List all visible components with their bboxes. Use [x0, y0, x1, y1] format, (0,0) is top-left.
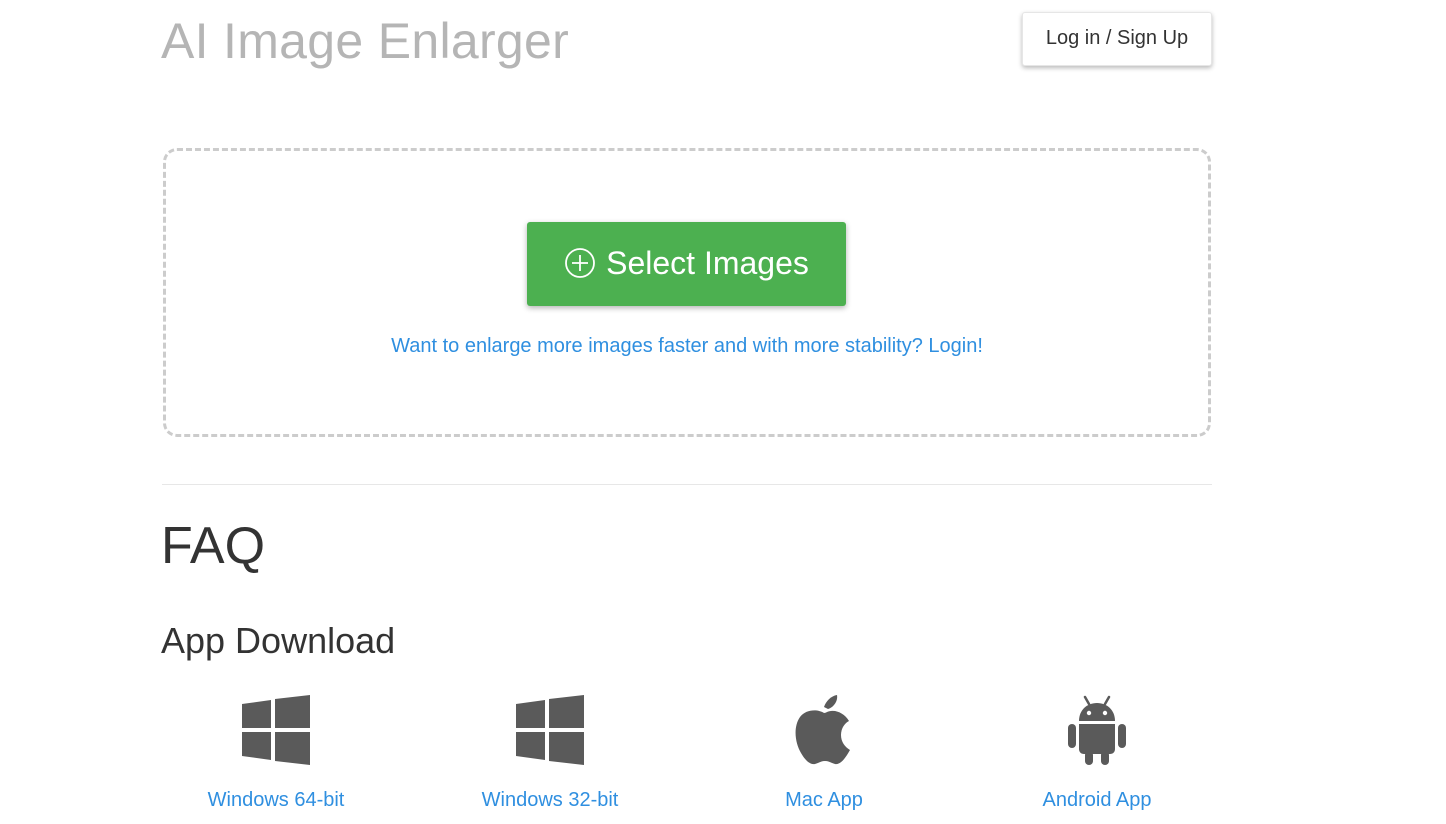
login-hint-link[interactable]: Want to enlarge more images faster and w…: [163, 333, 1211, 359]
login-signup-button[interactable]: Log in / Sign Up: [1022, 12, 1212, 66]
app-title: AI Image Enlarger: [161, 13, 570, 69]
section-divider: [162, 484, 1212, 485]
download-windows-64[interactable]: Windows 64-bit: [166, 690, 386, 820]
faq-title: FAQ: [161, 517, 266, 575]
download-label: Windows 32-bit: [481, 789, 619, 811]
select-images-button[interactable]: Select Images: [527, 222, 846, 306]
download-mac[interactable]: Mac App: [714, 690, 934, 820]
select-images-label: Select Images: [606, 245, 809, 281]
windows-icon: [242, 695, 310, 765]
download-label: Android App: [1042, 789, 1152, 811]
windows-icon: [516, 695, 584, 765]
apple-icon: [795, 695, 850, 765]
plus-circle-icon: [564, 247, 596, 279]
download-windows-32[interactable]: Windows 32-bit: [440, 690, 660, 820]
android-icon: [1068, 695, 1126, 765]
download-android[interactable]: Android App: [987, 690, 1207, 820]
app-download-title: App Download: [161, 620, 396, 661]
download-label: Windows 64-bit: [207, 789, 345, 811]
download-label: Mac App: [785, 789, 863, 811]
page: AI Image Enlarger Log in / Sign Up Selec…: [0, 0, 1446, 824]
